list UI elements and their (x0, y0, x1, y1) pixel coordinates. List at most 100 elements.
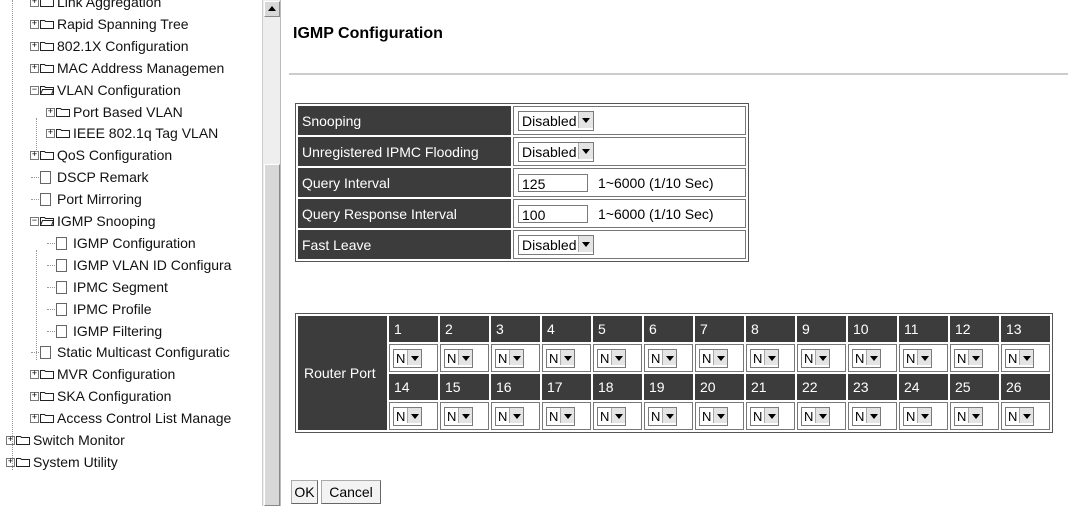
scroll-thumb[interactable] (264, 164, 280, 506)
tree-item-system-utility[interactable]: + System Utility (0, 452, 262, 473)
fast-leave-select[interactable]: Disabled (518, 234, 595, 255)
router-port-select[interactable]: N (750, 348, 780, 368)
router-port-select-value: N (600, 350, 610, 366)
scroll-up-arrow-icon[interactable] (264, 1, 280, 17)
port-number: 26 (1001, 374, 1050, 400)
router-port-select[interactable]: N (393, 406, 423, 426)
tree-item-ipmc-profile[interactable]: IPMC Profile (0, 299, 262, 320)
expand-icon[interactable]: + (46, 129, 55, 139)
expand-icon[interactable]: + (30, 370, 39, 380)
router-port-select[interactable]: N (444, 406, 474, 426)
tree-item-label: IGMP Filtering (73, 322, 163, 339)
port-number: 14 (389, 374, 438, 400)
tree-item-label: MAC Address Managemen (57, 59, 225, 76)
cancel-button[interactable]: Cancel (321, 480, 381, 504)
tree-item-dscp-remark[interactable]: DSCP Remark (0, 167, 262, 188)
expand-icon[interactable]: + (30, 414, 39, 424)
router-port-select[interactable]: N (1005, 406, 1035, 426)
setting-row-query-interval: Query Interval 125 1~6000 (1/10 Sec) (298, 168, 746, 197)
tree-item-static-multicast-configuratic[interactable]: Static Multicast Configuratic (0, 342, 262, 363)
tree-item-igmp-filtering[interactable]: IGMP Filtering (0, 321, 262, 342)
router-port-select[interactable]: N (954, 348, 984, 368)
expand-icon[interactable]: + (6, 457, 15, 467)
port-number: 5 (593, 316, 642, 342)
tree-item-802-1x-configuration[interactable]: +802.1X Configuration (0, 36, 262, 57)
query-response-interval-range: 1~6000 (1/10 Sec) (598, 205, 714, 222)
expand-icon[interactable]: + (30, 63, 39, 73)
port-number: 23 (848, 374, 897, 400)
tree-item-mac-address-managemen[interactable]: + MAC Address Managemen (0, 58, 262, 79)
router-port-select[interactable]: N (852, 406, 882, 426)
unregistered-flooding-select-value: Disabled (522, 143, 577, 160)
expand-icon[interactable]: + (30, 392, 39, 402)
tree-item-link-aggregation[interactable]: + Link Aggregation (0, 0, 262, 13)
router-port-select-value: N (855, 408, 865, 424)
collapse-icon[interactable]: − (30, 85, 39, 95)
query-response-interval-input[interactable]: 100 (518, 204, 588, 223)
tree-item-igmp-snooping[interactable]: − IGMP Snooping (0, 211, 262, 232)
router-port-select-value: N (1008, 408, 1018, 424)
snooping-select[interactable]: Disabled (518, 110, 595, 131)
tree-item-ipmc-segment[interactable]: IPMC Segment (0, 277, 262, 298)
router-port-select[interactable]: N (495, 348, 525, 368)
setting-row-unregistered-flooding: Unregistered IPMC Flooding Disabled (298, 137, 746, 166)
expand-icon[interactable]: + (30, 151, 39, 161)
router-port-select[interactable]: N (546, 406, 576, 426)
port-number: 20 (695, 374, 744, 400)
tree-item-rapid-spanning-tree[interactable]: + Rapid Spanning Tree (0, 14, 262, 35)
tree-item-qos-configuration[interactable]: + QoS Configuration (0, 145, 262, 166)
router-port-select[interactable]: N (954, 406, 984, 426)
router-port-select[interactable]: N (495, 406, 525, 426)
tree-item-access-control-list-manage[interactable]: + Access Control List Manage (0, 408, 262, 429)
tree-item-mvr-configuration[interactable]: + MVR Configuration (0, 364, 262, 385)
router-port-table: Router Port 1 2 3 4 5 6 7 8 9 10 11 12 13 N N N N N N N N N N N N… (295, 313, 1053, 433)
router-port-select[interactable]: N (393, 348, 423, 368)
tree-item-vlan-configuration[interactable]: − VLAN Configuration (0, 80, 262, 101)
router-port-select-value: N (651, 408, 661, 424)
tree-item-ieee-802-1q-tag-vlan[interactable]: + IEEE 802.1q Tag VLAN (0, 123, 262, 144)
router-port-select[interactable]: N (699, 348, 729, 368)
chevron-down-icon (713, 349, 728, 365)
router-port-select[interactable]: N (648, 406, 678, 426)
tree-item-label: Rapid Spanning Tree (57, 15, 189, 32)
tree-item-port-based-vlan[interactable]: + Port Based VLAN (0, 102, 262, 123)
tree-item-port-mirroring[interactable]: Port Mirroring (0, 189, 262, 210)
query-response-interval-label: Query Response Interval (298, 199, 511, 228)
router-port-select[interactable]: N (903, 348, 933, 368)
chevron-down-icon (866, 349, 881, 365)
tree-item-switch-monitor[interactable]: + Switch Monitor (0, 430, 262, 451)
expand-icon[interactable]: + (30, 0, 39, 7)
tree-item-igmp-configuration[interactable]: IGMP Configuration (0, 233, 262, 254)
fast-leave-select-value: Disabled (522, 236, 577, 253)
tree-item-igmp-vlan-id-configura[interactable]: IGMP VLAN ID Configura (0, 255, 262, 276)
router-port-select[interactable]: N (801, 348, 831, 368)
router-port-select[interactable]: N (903, 406, 933, 426)
router-port-select-value: N (1008, 350, 1018, 366)
expand-icon[interactable]: + (6, 436, 15, 445)
tree-item-label: Switch Monitor (33, 432, 125, 448)
tree-item-label: IGMP Snooping (57, 213, 156, 229)
tree-item-label: Port Mirroring (57, 191, 142, 208)
collapse-icon[interactable]: − (30, 217, 39, 226)
router-port-select[interactable]: N (699, 406, 729, 426)
ok-button[interactable]: OK (291, 480, 318, 504)
router-port-select[interactable]: N (648, 348, 678, 368)
router-port-select[interactable]: N (1005, 348, 1035, 368)
query-interval-input[interactable]: 125 (518, 173, 588, 192)
router-port-select[interactable]: N (597, 348, 627, 368)
folder-icon (56, 129, 70, 139)
chevron-down-icon (968, 349, 983, 365)
expand-icon[interactable]: + (46, 107, 55, 117)
expand-icon[interactable]: + (30, 41, 39, 51)
router-port-select[interactable]: N (750, 406, 780, 426)
tree-item-ska-configuration[interactable]: + SKA Configuration (0, 386, 262, 407)
tree-scrollbar[interactable] (262, 0, 280, 506)
router-port-select[interactable]: N (852, 348, 882, 368)
router-port-select-value: N (804, 350, 814, 366)
router-port-select[interactable]: N (546, 348, 576, 368)
router-port-select[interactable]: N (597, 406, 627, 426)
unregistered-flooding-select[interactable]: Disabled (518, 141, 595, 162)
router-port-select[interactable]: N (801, 406, 831, 426)
router-port-select[interactable]: N (444, 348, 474, 368)
expand-icon[interactable]: + (30, 19, 39, 29)
